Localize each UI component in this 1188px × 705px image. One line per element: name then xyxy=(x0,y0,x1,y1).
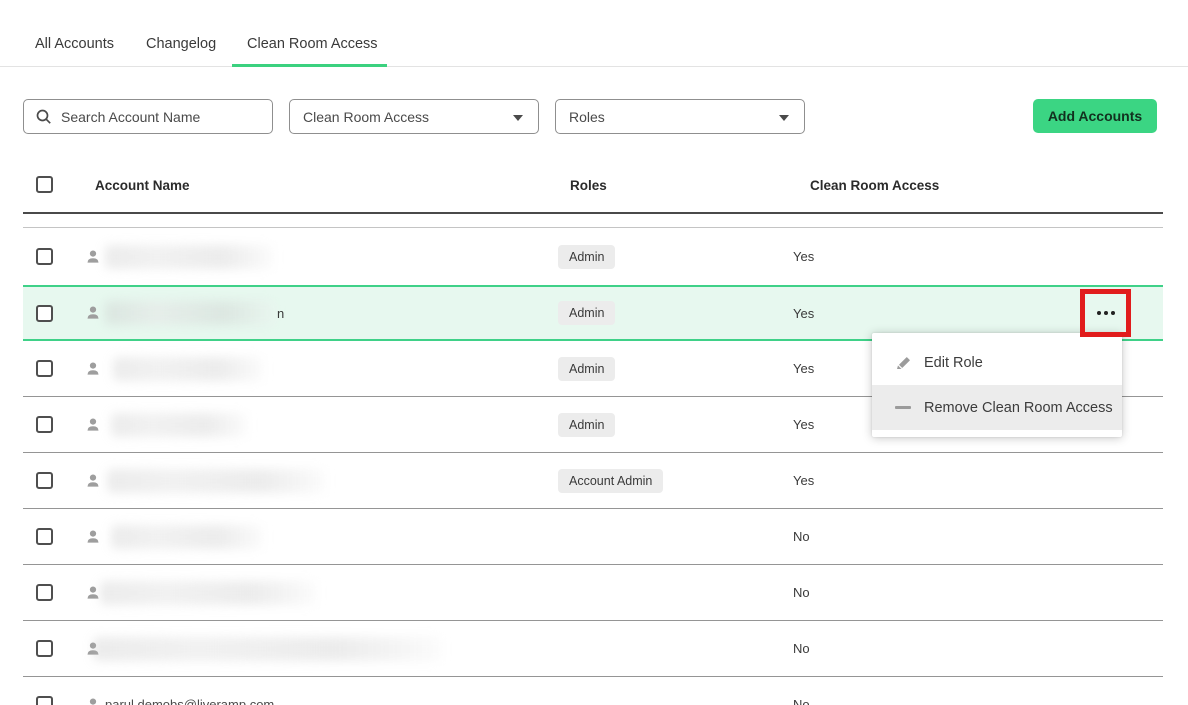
redacted-account-name xyxy=(100,581,316,605)
clean-room-access-value: Yes xyxy=(793,249,814,264)
clean-room-access-filter-value: Clean Room Access xyxy=(303,109,429,125)
chevron-down-icon xyxy=(779,115,789,121)
clean-room-access-value: No xyxy=(793,641,810,656)
search-input[interactable] xyxy=(61,109,251,125)
table-header-divider xyxy=(23,212,1163,214)
roles-filter-dropdown[interactable]: Roles xyxy=(555,99,805,134)
person-icon xyxy=(85,585,101,601)
person-icon xyxy=(85,417,101,433)
row-checkbox[interactable] xyxy=(36,696,53,705)
menu-item-remove-clean-room-access[interactable]: Remove Clean Room Access xyxy=(872,385,1122,430)
role-badge: Account Admin xyxy=(558,469,663,493)
row-checkbox[interactable] xyxy=(36,528,53,545)
column-header-roles: Roles xyxy=(570,178,607,193)
menu-item-label: Remove Clean Room Access xyxy=(924,400,1113,416)
column-header-account-name: Account Name xyxy=(95,178,190,193)
clean-room-access-value: No xyxy=(793,697,810,705)
clean-room-access-value: Yes xyxy=(793,473,814,488)
role-badge: Admin xyxy=(558,357,615,381)
clean-room-access-value: No xyxy=(793,529,810,544)
row-actions-ellipsis-button[interactable] xyxy=(1097,311,1115,315)
person-icon xyxy=(85,697,101,705)
table-row[interactable]: parul.demobs@liveramp.com No xyxy=(23,677,1163,705)
clean-room-access-value: No xyxy=(793,585,810,600)
row-checkbox[interactable] xyxy=(36,416,53,433)
tab-changelog[interactable]: Changelog xyxy=(146,36,216,52)
redacted-account-name xyxy=(107,469,325,493)
table-row[interactable]: No xyxy=(23,509,1163,565)
minus-icon xyxy=(895,406,915,409)
clean-room-access-filter-dropdown[interactable]: Clean Room Access xyxy=(289,99,539,134)
tab-clean-room-access[interactable]: Clean Room Access xyxy=(247,36,378,52)
add-accounts-button[interactable]: Add Accounts xyxy=(1033,99,1157,133)
search-icon xyxy=(36,109,52,125)
row-actions-context-menu: Edit Role Remove Clean Room Access xyxy=(872,333,1122,437)
redacted-account-name xyxy=(105,245,273,269)
redacted-account-name xyxy=(105,301,275,325)
select-all-checkbox[interactable] xyxy=(36,176,53,193)
account-name-fragment: n xyxy=(277,306,284,321)
column-header-clean-room-access: Clean Room Access xyxy=(810,178,939,193)
search-account-name-box[interactable] xyxy=(23,99,273,134)
redacted-account-name xyxy=(111,413,247,437)
clean-room-access-page: All Accounts Changelog Clean Room Access… xyxy=(0,0,1188,705)
pencil-icon xyxy=(895,354,915,371)
chevron-down-icon xyxy=(513,115,523,121)
redacted-account-name xyxy=(111,525,263,549)
role-badge: Admin xyxy=(558,413,615,437)
menu-item-edit-role[interactable]: Edit Role xyxy=(872,340,1122,385)
row-checkbox[interactable] xyxy=(36,248,53,265)
table-row[interactable]: No xyxy=(23,565,1163,621)
person-icon xyxy=(85,529,101,545)
row-checkbox[interactable] xyxy=(36,584,53,601)
table-row[interactable]: Account Admin Yes xyxy=(23,453,1163,509)
person-icon xyxy=(85,249,101,265)
person-icon xyxy=(85,473,101,489)
row-checkbox[interactable] xyxy=(36,360,53,377)
redacted-account-name xyxy=(93,637,441,661)
table-row[interactable]: Admin Yes xyxy=(23,228,1163,285)
role-badge: Admin xyxy=(558,245,615,269)
roles-filter-value: Roles xyxy=(569,109,605,125)
annotation-red-box xyxy=(1080,289,1131,337)
redacted-account-name xyxy=(113,357,263,381)
clean-room-access-value: Yes xyxy=(793,417,814,432)
row-checkbox[interactable] xyxy=(36,640,53,657)
row-checkbox[interactable] xyxy=(36,472,53,489)
person-icon xyxy=(85,305,101,321)
menu-item-label: Edit Role xyxy=(924,355,983,371)
row-checkbox[interactable] xyxy=(36,305,53,322)
tab-all-accounts[interactable]: All Accounts xyxy=(35,36,114,52)
account-name: parul.demobs@liveramp.com xyxy=(105,697,274,705)
table-row[interactable]: No xyxy=(23,621,1163,677)
role-badge: Admin xyxy=(558,301,615,325)
person-icon xyxy=(85,361,101,377)
table-header: Account Name Roles Clean Room Access xyxy=(0,160,1188,212)
active-tab-indicator xyxy=(232,64,387,67)
clean-room-access-value: Yes xyxy=(793,306,814,321)
clean-room-access-value: Yes xyxy=(793,361,814,376)
tab-bar: All Accounts Changelog Clean Room Access xyxy=(0,0,1188,67)
